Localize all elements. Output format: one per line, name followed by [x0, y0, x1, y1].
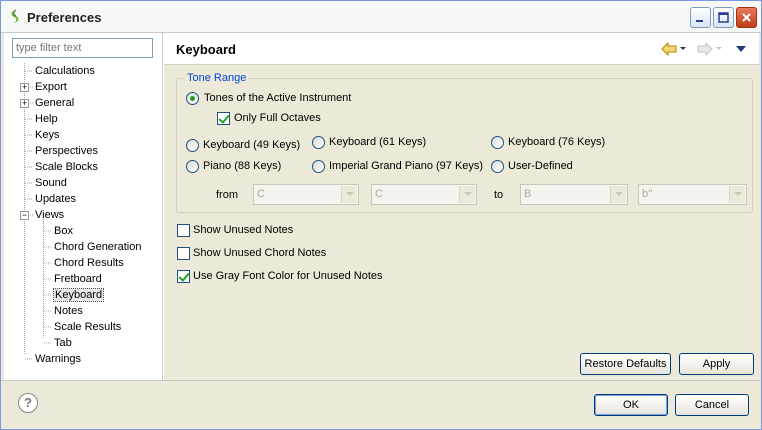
show-unused-notes-label: Show Unused Notes — [193, 224, 294, 236]
imperial-grand-97-label: Imperial Grand Piano (97 Keys) — [329, 160, 484, 172]
preferences-tree-pane: Calculations + Export + General Help Key… — [4, 33, 163, 380]
window-title: Preferences — [27, 10, 102, 25]
maximize-icon — [718, 12, 729, 23]
tree-item-warnings[interactable]: Warnings — [34, 352, 82, 367]
collapse-views-icon[interactable]: − — [20, 211, 29, 220]
tree-item-keys[interactable]: Keys — [34, 128, 60, 143]
tree-item-sound[interactable]: Sound — [34, 176, 68, 191]
checkbox-show-unused-chord-notes[interactable] — [177, 247, 190, 260]
tree-item-fretboard[interactable]: Fretboard — [53, 272, 103, 287]
app-logo-icon — [11, 9, 19, 23]
expand-export-icon[interactable]: + — [20, 83, 29, 92]
cancel-button[interactable]: Cancel — [675, 394, 749, 416]
tree-item-updates[interactable]: Updates — [34, 192, 77, 207]
page-title: Keyboard — [176, 42, 236, 57]
maximize-button[interactable] — [713, 7, 734, 28]
minimize-button[interactable] — [690, 7, 711, 28]
tone-range-title: Tone Range — [185, 72, 249, 84]
preference-page: Keyboard Tone Range Tones of the Active … — [164, 33, 759, 380]
preferences-window: Preferences type filter text Calculation… — [0, 0, 762, 430]
apply-button[interactable]: Apply — [679, 353, 754, 375]
to-octave-combo[interactable]: b'' — [638, 184, 747, 205]
active-instrument-label: Tones of the Active Instrument — [204, 92, 352, 104]
ok-button[interactable]: OK — [594, 394, 668, 416]
minimize-icon — [696, 20, 703, 22]
radio-keyboard-49[interactable] — [186, 139, 199, 152]
to-octave-value: b'' — [642, 188, 653, 200]
tree-item-views[interactable]: Views — [34, 208, 65, 223]
chevron-down-icon — [459, 186, 475, 203]
tree-item-box[interactable]: Box — [53, 224, 74, 239]
checkbox-show-unused-notes[interactable] — [177, 224, 190, 237]
radio-keyboard-76[interactable] — [491, 136, 504, 149]
tree-item-calculations[interactable]: Calculations — [34, 64, 96, 79]
piano-88-label: Piano (88 Keys) — [203, 160, 282, 172]
help-icon[interactable]: ? — [18, 393, 38, 413]
keyboard-61-label: Keyboard (61 Keys) — [329, 136, 427, 148]
to-note-combo[interactable]: B — [520, 184, 628, 205]
checkbox-only-full-octaves[interactable] — [217, 112, 230, 125]
use-gray-font-label: Use Gray Font Color for Unused Notes — [193, 270, 383, 282]
restore-defaults-button[interactable]: Restore Defaults — [580, 353, 671, 375]
dialog-content: Calculations + Export + General Help Key… — [4, 33, 759, 380]
back-menu-chevron-icon[interactable] — [680, 47, 687, 52]
checkbox-use-gray-font[interactable] — [177, 270, 190, 283]
tree-item-tab[interactable]: Tab — [53, 336, 73, 351]
radio-active-instrument[interactable] — [186, 92, 199, 105]
tree-item-keyboard[interactable]: Keyboard — [53, 288, 105, 303]
tree-item-general[interactable]: General — [34, 96, 75, 111]
view-menu-icon[interactable] — [736, 46, 747, 53]
title-bar[interactable]: Preferences — [1, 1, 761, 33]
tree-item-chord-generation[interactable]: Chord Generation — [53, 240, 142, 255]
forward-arrow-icon — [697, 41, 713, 57]
to-label: to — [494, 189, 504, 201]
only-full-octaves-label: Only Full Octaves — [234, 112, 321, 124]
from-label: from — [216, 189, 238, 201]
tree-item-notes[interactable]: Notes — [53, 304, 84, 319]
chevron-down-icon — [729, 186, 745, 203]
tree-item-scale-results[interactable]: Scale Results — [53, 320, 122, 335]
close-icon — [742, 13, 751, 22]
back-arrow-icon[interactable] — [661, 41, 677, 57]
expand-general-icon[interactable]: + — [20, 99, 29, 108]
tree-item-scale-blocks[interactable]: Scale Blocks — [34, 160, 99, 175]
tree-item-perspectives[interactable]: Perspectives — [34, 144, 99, 159]
chevron-down-icon — [341, 186, 357, 203]
close-button[interactable] — [736, 7, 757, 28]
filter-input[interactable] — [12, 38, 153, 58]
tree-item-export[interactable]: Export — [34, 80, 68, 95]
forward-menu-chevron-icon — [716, 47, 722, 50]
radio-imperial-grand-97[interactable] — [312, 160, 325, 173]
keyboard-49-label: Keyboard (49 Keys) — [203, 139, 301, 151]
keyboard-76-label: Keyboard (76 Keys) — [508, 136, 606, 148]
from-note-value: C — [257, 188, 265, 200]
from-octave-value: C — [375, 188, 383, 200]
radio-piano-88[interactable] — [186, 160, 199, 173]
footer-separator — [1, 380, 761, 381]
page-header: Keyboard — [164, 33, 759, 65]
to-note-value: B — [524, 188, 532, 200]
from-octave-combo[interactable]: C — [371, 184, 477, 205]
user-defined-label: User-Defined — [508, 160, 573, 172]
from-note-combo[interactable]: C — [253, 184, 359, 205]
chevron-down-icon — [610, 186, 626, 203]
tone-range-group: Tone Range Tones of the Active Instrumen… — [176, 72, 753, 213]
radio-keyboard-61[interactable] — [312, 136, 325, 149]
tree-item-chord-results[interactable]: Chord Results — [53, 256, 125, 271]
tree-item-help[interactable]: Help — [34, 112, 59, 127]
show-unused-chord-notes-label: Show Unused Chord Notes — [193, 247, 327, 259]
radio-user-defined[interactable] — [491, 160, 504, 173]
